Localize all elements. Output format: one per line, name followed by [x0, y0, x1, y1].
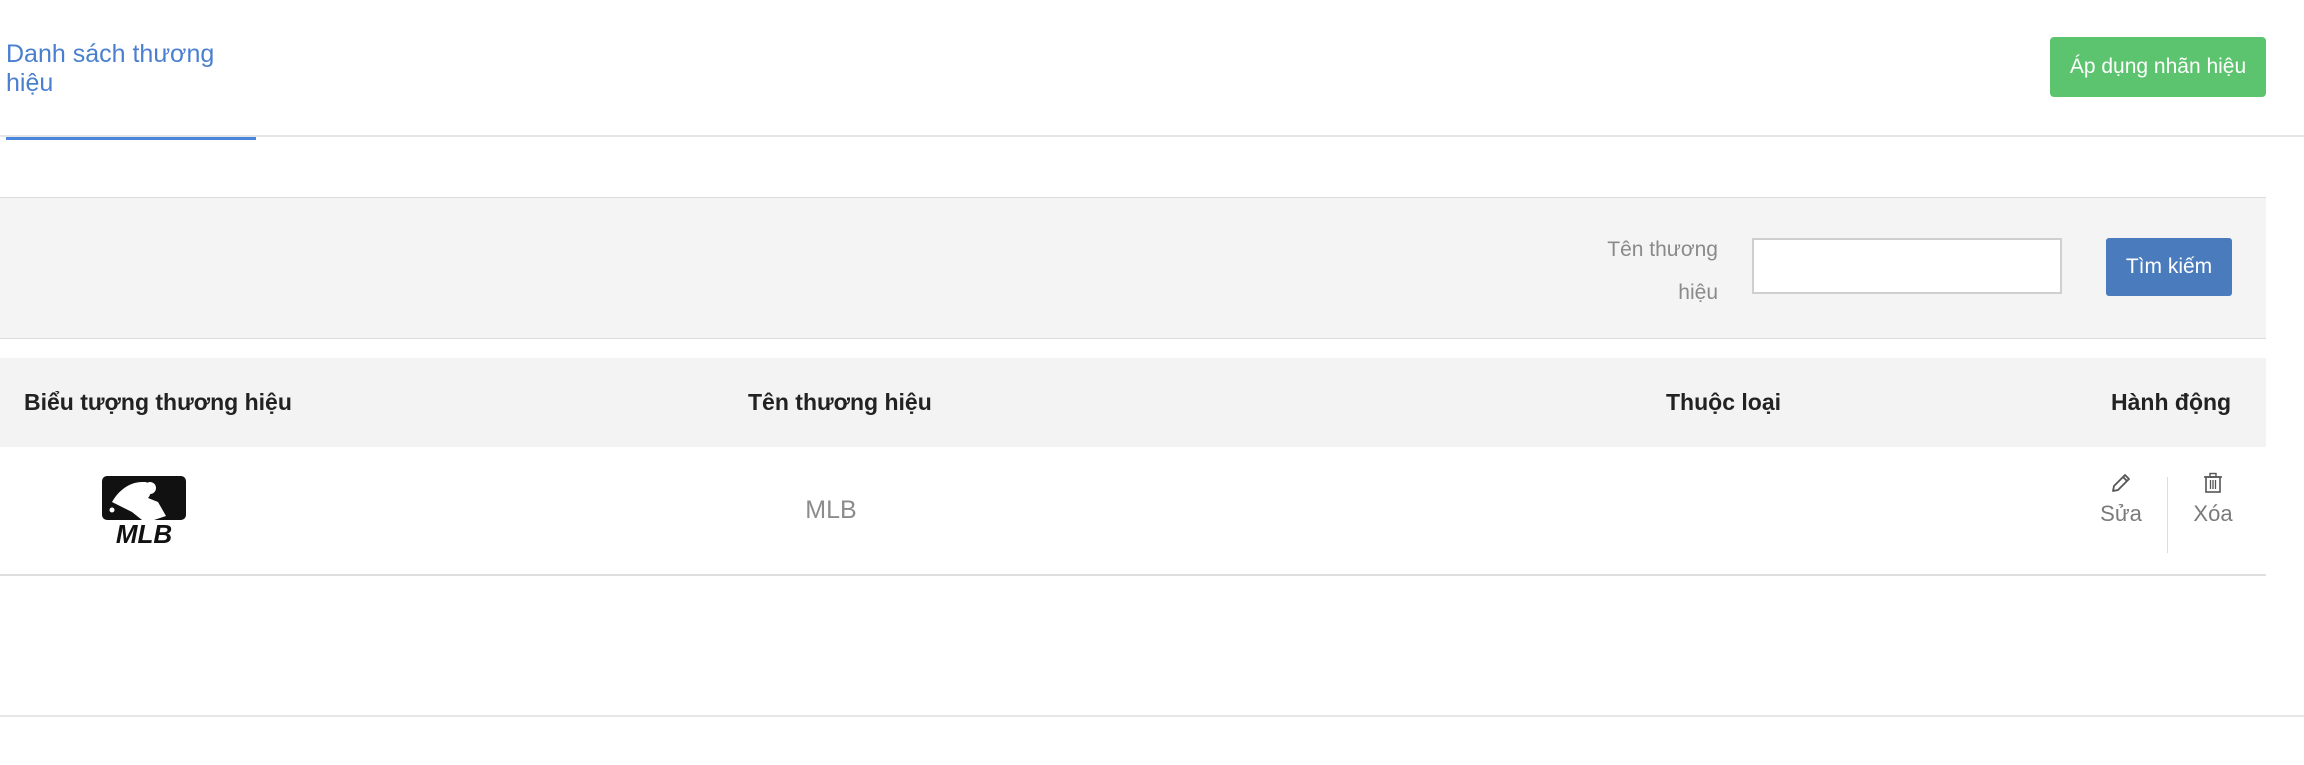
brand-category — [1560, 447, 1860, 574]
brand-name: MLB — [805, 496, 857, 524]
tab-divider — [0, 135, 2304, 137]
edit-button[interactable]: Sửa — [2081, 471, 2161, 551]
pencil-icon — [2112, 474, 2130, 492]
column-header-actions: Hành động — [2111, 389, 2232, 415]
search-button[interactable]: Tìm kiếm — [2106, 238, 2232, 296]
mlb-logo-icon: MLB — [102, 476, 186, 546]
column-header-category: Thuộc loại — [1666, 389, 1781, 415]
search-label: Tên thương hiệu — [1607, 238, 1718, 304]
delete-label: Xóa — [2193, 501, 2233, 526]
column-header-logo: Biểu tượng thương hiệu — [24, 389, 292, 415]
delete-button[interactable]: Xóa — [2173, 471, 2253, 551]
svg-text:MLB: MLB — [116, 519, 172, 546]
tab-brand-list[interactable]: Danh sách thương hiệu — [6, 40, 256, 140]
tab-bar: Danh sách thương hiệu Áp dụng nhãn hiệu — [0, 0, 2304, 140]
tab-brand-list-label: Danh sách thương hiệu — [6, 40, 215, 97]
brand-name-search-input[interactable] — [1752, 238, 2062, 294]
action-divider — [2167, 477, 2168, 553]
table-header: Biểu tượng thương hiệu Tên thương hiệu T… — [0, 358, 2266, 447]
edit-label: Sửa — [2100, 501, 2142, 526]
brand-logo-cell: MLB — [102, 447, 186, 574]
apply-brand-button[interactable]: Áp dụng nhãn hiệu — [2050, 37, 2266, 97]
trash-icon — [2204, 472, 2222, 493]
footer-divider — [0, 715, 2304, 717]
brand-table: Biểu tượng thương hiệu Tên thương hiệu T… — [0, 358, 2266, 576]
search-panel: Tên thương hiệu Tìm kiếm — [0, 197, 2266, 339]
column-header-name: Tên thương hiệu — [748, 389, 932, 415]
table-row: MLB MLB Sửa Xóa — [0, 447, 2266, 576]
